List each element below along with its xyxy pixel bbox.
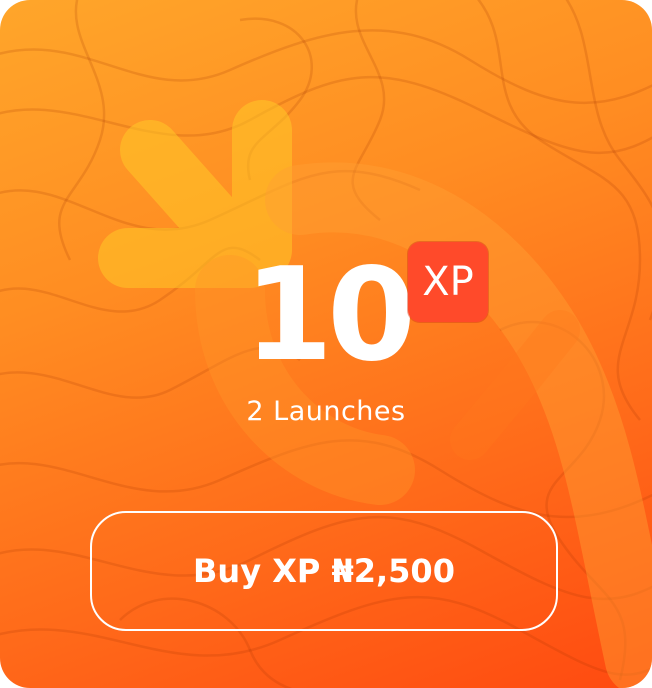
buy-xp-button[interactable]: Buy XP ₦2,500 <box>90 511 558 631</box>
xp-amount: 10 <box>244 241 416 390</box>
launches-subtitle: 2 Launches <box>246 396 406 427</box>
xp-offer-card: 10 XP 2 Launches Buy XP ₦2,500 <box>0 0 652 688</box>
xp-unit-badge: XP <box>408 242 488 322</box>
